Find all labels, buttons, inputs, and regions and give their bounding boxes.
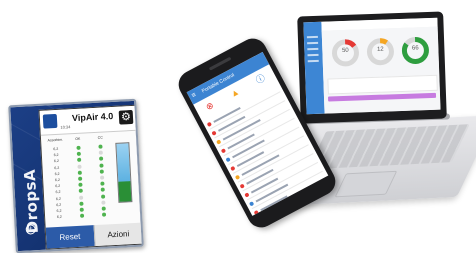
gauge-2-value: 12 [376,46,384,53]
status-dot [76,145,81,151]
status-dot [99,157,104,162]
list-item-status-dot [253,209,259,215]
device-time: 10:34 [60,124,71,130]
status-dot [79,207,84,212]
list-item-status-dot [206,121,212,127]
list-item-status-dot [239,183,245,189]
reset-button[interactable]: Reset [45,225,95,249]
status-dot [101,200,106,205]
button-row: Reset Azioni [45,222,143,249]
status-dot [98,144,103,149]
status-dot [78,195,83,200]
status-dot [78,189,83,194]
menu-icon[interactable]: ≡ [191,92,198,100]
list-item-status-dot [243,191,250,198]
list-item-status-dot [229,165,236,171]
column-header: Assorbim. [47,137,64,143]
column-header: CC [97,135,103,140]
dashboard-table [327,74,438,95]
info-icon[interactable]: ⓘ [254,73,267,86]
control-panel-frame: DropsA + VipAir 4.0 10:34 ⚙ Assorbim. OK… [8,98,144,253]
laptop-keyboard [307,124,470,170]
status-dot [101,206,107,211]
level-gauge-fill [118,181,132,202]
accent-progress-bar [327,92,437,102]
status-dot [100,187,106,193]
app-logo-icon [42,113,58,129]
status-dot [77,164,82,169]
status-dot [77,170,82,175]
list-item-status-dot [234,174,241,180]
status-dot [79,213,84,219]
gear-icon[interactable]: ⚙ [118,109,134,125]
status-dot [102,212,107,217]
control-panel-device: DropsA + VipAir 4.0 10:34 ⚙ Assorbim. OK… [8,98,144,253]
laptop-lid: 50 12 66 [297,11,447,124]
phone-speaker [208,56,232,71]
brand-logo: DropsA + [16,134,42,235]
laptop-screen: 50 12 66 [303,17,441,115]
warning-icon[interactable]: ▲ [228,86,241,99]
status-dot [76,158,82,163]
status-dot [101,194,106,199]
status-dot [99,163,104,168]
gauge-donut-3: 66 [400,35,431,66]
error-icon[interactable]: ⊗ [204,100,215,112]
status-dot [77,176,83,181]
status-dot [78,182,83,188]
status-dot [76,152,81,157]
laptop-dashboard: 50 12 66 [321,26,441,114]
control-panel-screen: VipAir 4.0 10:34 ⚙ Assorbim. OK CC 6,2 6,… [38,104,144,250]
brand-name: DropsA [20,168,42,234]
list-item-status-dot [220,147,226,154]
list-item-status-dot [248,200,255,207]
gauge-donut-1: 50 [330,37,361,68]
column-header: OK [75,136,81,141]
gauge-3-value: 66 [411,45,419,52]
list-item-status-dot [215,138,222,145]
azioni-button[interactable]: Azioni [93,222,143,247]
laptop-trackpad [334,170,398,198]
status-dot [98,150,104,156]
row-value: 6,2 [56,214,62,220]
status-dot [100,181,105,186]
gauge-1-value: 50 [341,47,349,55]
gauge-donut-2: 12 [365,36,396,67]
status-dot [100,175,105,180]
device-title: VipAir 4.0 [71,110,114,124]
status-dot [79,201,84,206]
screen-header: VipAir 4.0 10:34 ⚙ [39,105,137,136]
list-item-status-dot [211,130,217,136]
list-item-status-dot [225,156,231,162]
status-dot [99,169,105,174]
